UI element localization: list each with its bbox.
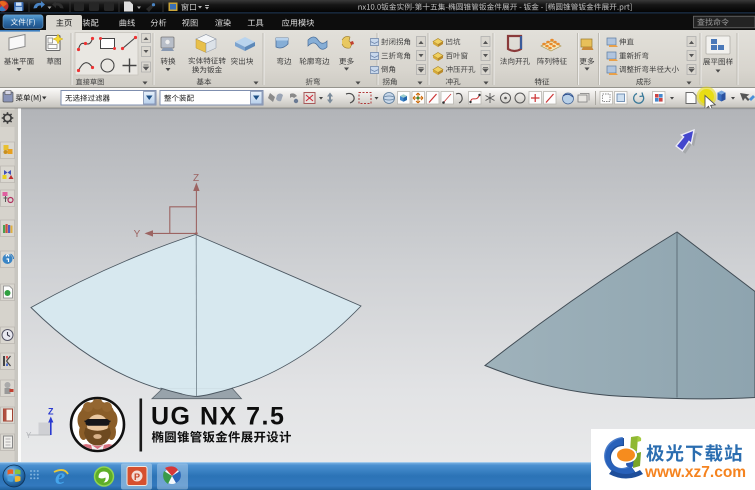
svg-text:Y: Y bbox=[26, 431, 32, 440]
svg-text:e: e bbox=[55, 464, 65, 489]
svg-text:Y: Y bbox=[134, 229, 141, 240]
svg-text:Z: Z bbox=[48, 407, 54, 417]
svg-text:UG NX 7.5: UG NX 7.5 bbox=[151, 403, 285, 431]
svg-text:Z: Z bbox=[193, 173, 199, 184]
svg-text:www.xz7.com: www.xz7.com bbox=[644, 464, 746, 481]
svg-text:P: P bbox=[134, 472, 140, 482]
